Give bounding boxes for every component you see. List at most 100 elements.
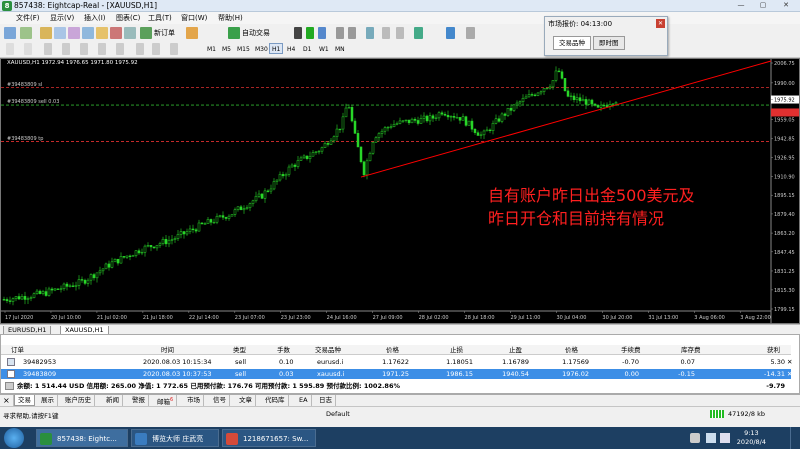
periods-icon[interactable] [446, 27, 455, 39]
table-row[interactable]: 39482953 2020.08.03 10:15:34 sell 0.10 eurus… [1, 357, 792, 367]
tab-code-base[interactable]: 代码库 [262, 395, 289, 406]
menu-window[interactable]: 窗口(W) [181, 13, 207, 23]
history-center-icon[interactable] [124, 27, 136, 39]
timeframe-d1[interactable]: D1 [300, 43, 314, 54]
tray-network-icon[interactable] [706, 433, 716, 443]
tab-news[interactable]: 新闻 [103, 395, 123, 406]
price-chart[interactable]: 2006.75 1990.00 1975.92 1959.05 1942.85 1926.… [0, 58, 800, 324]
timeframe-m1[interactable]: M1 [204, 43, 219, 54]
menu-insert[interactable]: 插入(I) [84, 13, 106, 23]
menu-file[interactable]: 文件(F) [16, 13, 40, 23]
col-tp[interactable]: 止盈 [509, 345, 522, 355]
trendline-icon[interactable] [80, 43, 88, 55]
tab-articles[interactable]: 文章 [236, 395, 256, 406]
tab-tick-chart[interactable]: 即时图 [593, 36, 625, 50]
menu-help[interactable]: 帮助(H) [218, 13, 243, 23]
table-row[interactable]: 39483809 2020.08.03 10:37:53 sell 0.03 xauus… [1, 369, 792, 379]
market-watch-close-button[interactable]: ✕ [656, 19, 665, 28]
terminal-icon[interactable] [82, 27, 94, 39]
cursor-icon[interactable] [6, 43, 14, 55]
show-desktop-button[interactable] [790, 427, 800, 449]
tab-mailbox[interactable]: 邮箱6 [154, 395, 178, 406]
bar-chart-icon[interactable] [294, 27, 302, 39]
timeframe-h4[interactable]: H4 [284, 43, 298, 54]
tray-arrow-icon[interactable] [690, 433, 700, 443]
candle [329, 140, 333, 145]
close-button[interactable]: ✕ [775, 0, 797, 11]
col-profit[interactable]: 获利 [767, 345, 780, 355]
options-icon[interactable] [110, 27, 122, 39]
channel-icon[interactable] [98, 43, 106, 55]
new-chart-icon[interactable] [4, 27, 16, 39]
tab-account-history[interactable]: 账户历史 [62, 395, 95, 406]
tile-windows-icon[interactable] [366, 27, 374, 39]
arrow-tool-icon[interactable] [170, 43, 178, 55]
vertical-line-icon[interactable] [44, 43, 52, 55]
tray-volume-icon[interactable] [720, 433, 730, 443]
col-lots[interactable]: 手数 [277, 345, 290, 355]
timeframe-w1[interactable]: W1 [316, 43, 332, 54]
new-order-icon[interactable] [140, 27, 152, 39]
fibonacci-icon[interactable] [116, 43, 124, 55]
chart-shift-icon[interactable] [382, 27, 390, 39]
label-tool-icon[interactable] [152, 43, 160, 55]
tab-market[interactable]: 市场 [184, 395, 204, 406]
zoom-in-icon[interactable] [336, 27, 344, 39]
crosshair-icon[interactable] [24, 43, 32, 55]
maximize-button[interactable]: ▢ [752, 0, 774, 11]
zoom-out-icon[interactable] [348, 27, 356, 39]
timeframe-m30[interactable]: M30 [252, 43, 271, 54]
data-window-icon[interactable] [54, 27, 66, 39]
close-order-icon[interactable]: ✕ [787, 357, 792, 367]
close-order-icon[interactable]: ✕ [787, 369, 792, 379]
menu-tools[interactable]: 工具(T) [148, 13, 172, 23]
col-commission[interactable]: 手续费 [621, 345, 641, 355]
col-swap[interactable]: 库存费 [681, 345, 701, 355]
col-current-price[interactable]: 价格 [565, 345, 578, 355]
tab-symbols[interactable]: 交易品种 [553, 36, 591, 50]
system-clock[interactable]: 9:13 2020/8/4 [737, 429, 766, 447]
task-blog[interactable]: 博览大师 庄武亮 [131, 429, 219, 447]
timeframe-m5[interactable]: M5 [219, 43, 234, 54]
text-tool-icon[interactable] [136, 43, 144, 55]
minimize-button[interactable]: — [730, 0, 752, 11]
menu-charts[interactable]: 图表(C) [116, 13, 140, 23]
col-type[interactable]: 类型 [233, 345, 246, 355]
col-symbol[interactable]: 交易品种 [315, 345, 341, 355]
col-price[interactable]: 价格 [386, 345, 399, 355]
profiles-icon[interactable] [20, 27, 32, 39]
new-order-button[interactable]: 新订单 [154, 27, 175, 39]
col-order[interactable]: 订单 [11, 345, 24, 355]
timeframe-h1[interactable]: H1 [269, 43, 284, 54]
auto-trading-icon[interactable] [228, 27, 240, 39]
terminal-close-icon[interactable]: × [0, 395, 14, 406]
line-chart-icon[interactable] [318, 27, 326, 39]
candle [428, 115, 432, 122]
task-chat[interactable]: 1218671657: Sw... [222, 429, 316, 447]
candle [332, 136, 336, 142]
tab-experts[interactable]: EA [296, 395, 312, 406]
navigator-icon[interactable] [68, 27, 80, 39]
templates-icon[interactable] [466, 27, 475, 39]
tab-alerts[interactable]: 警报 [129, 395, 149, 406]
horizontal-line-icon[interactable] [62, 43, 70, 55]
tab-exposure[interactable]: 展示 [38, 395, 58, 406]
tab-signals[interactable]: 信号 [210, 395, 230, 406]
start-button[interactable] [4, 428, 24, 448]
auto-scroll-icon[interactable] [396, 27, 404, 39]
indicators-icon[interactable] [414, 27, 423, 39]
menu-view[interactable]: 显示(V) [50, 13, 74, 23]
timeframe-m15[interactable]: M15 [234, 43, 253, 54]
col-sl[interactable]: 止损 [450, 345, 463, 355]
strategy-tester-icon[interactable] [96, 27, 108, 39]
tab-trade[interactable]: 交易 [14, 395, 35, 406]
col-time[interactable]: 时间 [161, 345, 174, 355]
task-mt4[interactable]: 857438: Eightc... [36, 429, 128, 447]
candlestick-icon[interactable] [306, 27, 314, 39]
tab-journal[interactable]: 日志 [316, 395, 336, 406]
market-watch-icon[interactable] [40, 27, 52, 39]
candle [233, 209, 237, 215]
timeframe-mn[interactable]: MN [332, 43, 348, 54]
metaeditor-icon[interactable] [186, 27, 198, 39]
auto-trading-button[interactable]: 自动交易 [242, 27, 270, 39]
